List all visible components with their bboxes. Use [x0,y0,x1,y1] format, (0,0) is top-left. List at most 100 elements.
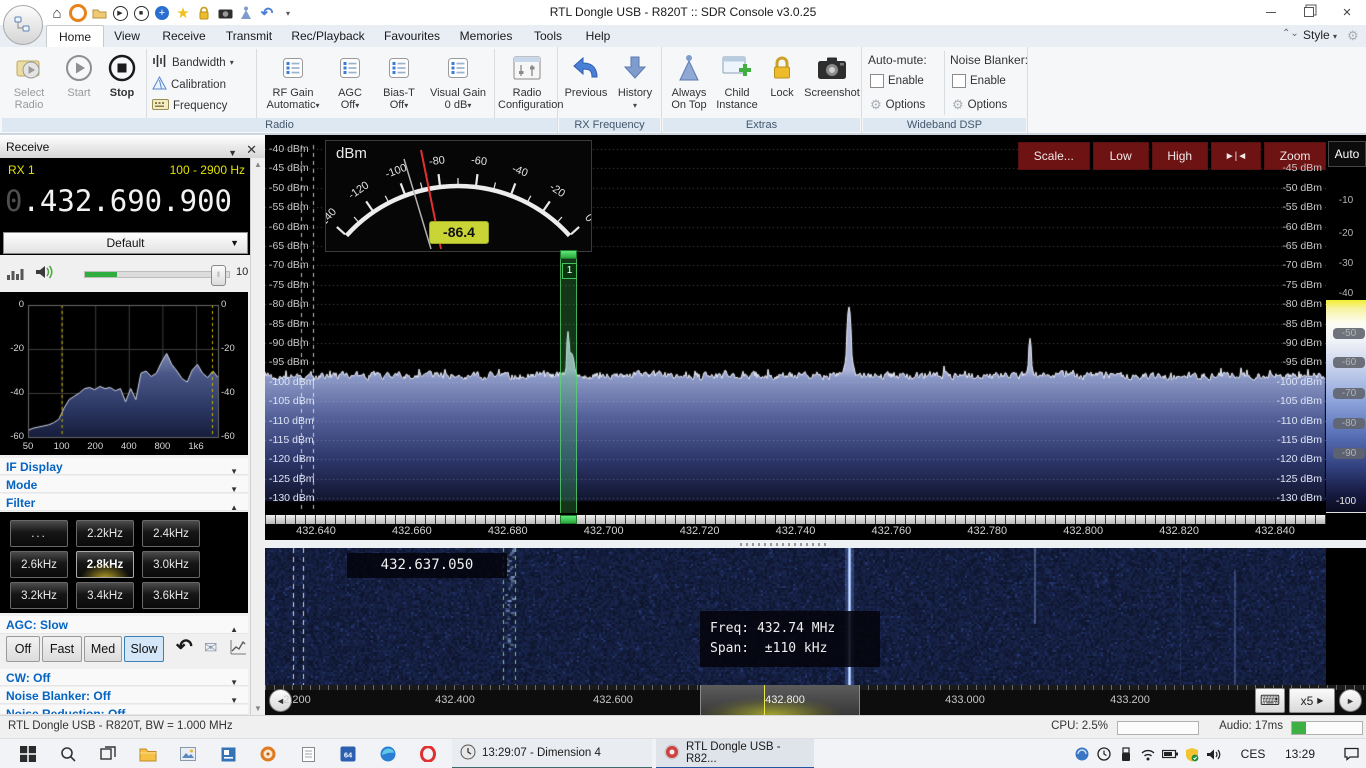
band-nav-right-button[interactable]: ► [1339,689,1362,712]
rx1-band-handle[interactable] [560,250,577,259]
frequency-ruler[interactable] [265,515,1326,524]
favourite-star-icon[interactable]: ★ [174,4,192,22]
agc-med-button[interactable]: Med [84,636,122,662]
tray-security-shield-icon[interactable] [1182,739,1202,768]
photos-app-icon[interactable] [168,739,208,768]
undo-icon[interactable]: ↶ [258,4,276,22]
audio-spectrum-display[interactable]: 00-20-20-40-40-60-60501002004008001k6 [0,292,248,455]
style-menu[interactable]: Style ▾ [1303,28,1337,42]
rf-gain-button[interactable]: RF GainAutomatic▾ [262,51,324,112]
filter-2-4khz-button[interactable]: 2.4kHz [142,520,200,547]
file-explorer-icon[interactable] [128,739,168,768]
panel-scrollbar[interactable]: ▲ ▼ [250,158,266,715]
envelope-icon[interactable]: ✉ [204,638,217,658]
splitter-handle[interactable] [740,543,830,546]
agc-fast-button[interactable]: Fast [42,636,82,662]
volume-slider-track[interactable]: ‖ [84,271,230,278]
screenshot-button[interactable]: Screenshot [804,51,860,99]
opera-browser-icon[interactable] [408,739,448,768]
radio-configuration-button[interactable]: RadioConfiguration [498,51,556,111]
preset-dropdown[interactable]: Default ▼ [3,232,248,254]
tab-memories[interactable]: Memories [450,25,522,47]
quick-access-more-icon[interactable]: ▾ [279,4,297,22]
bandwidth-button[interactable]: Bandwidth▾ [152,54,234,71]
style-gear-icon[interactable]: ⚙ [1347,28,1359,44]
restore-button[interactable] [1300,3,1318,21]
start-button[interactable]: Start [58,51,100,99]
auto-mute-options-button[interactable]: ⚙Options [870,97,925,113]
compass-app-icon[interactable] [248,739,288,768]
tab-view[interactable]: View [102,25,152,47]
select-radio-button[interactable]: SelectRadio [4,51,54,111]
task-view-icon[interactable] [88,739,128,768]
section-noise-reduction[interactable]: Noise Reduction: Off▼ [0,705,248,715]
edge-browser-icon[interactable] [368,739,408,768]
noise-blanker-enable-checkbox[interactable]: Enable [952,74,1006,88]
history-button[interactable]: History▾ [612,51,658,112]
section-cw[interactable]: CW: Off▼ [0,669,248,686]
tab-tools[interactable]: Tools [522,25,574,47]
filter-3-6khz-button[interactable]: 3.6kHz [142,582,200,609]
filter-3-4khz-button[interactable]: 3.4kHz [76,582,134,609]
ribbon-collapse-icon[interactable]: ⌃⌄ [1282,28,1299,39]
tray-speaker-icon[interactable] [1204,739,1224,768]
tray-clock-icon[interactable] [1094,739,1114,768]
auto-mute-enable-checkbox[interactable]: Enable [870,74,924,88]
tab-home[interactable]: Home [46,25,104,48]
filter-2-8khz-button-active[interactable]: 2.8kHz [76,551,134,578]
screenshot-camera-icon[interactable] [216,4,234,22]
checkbox-icon[interactable] [952,74,966,88]
section-mode[interactable]: Mode▼ [0,476,248,493]
spectrum-display[interactable]: -140-120-100-80-60-40-200 dBm -86.4 Scal… [265,135,1326,540]
always-on-top-icon[interactable] [237,4,255,22]
filter-3-2khz-button[interactable]: 3.2kHz [10,582,68,609]
add-icon[interactable]: + [153,4,171,22]
notification-center-icon[interactable] [1340,739,1362,768]
scroll-down-icon[interactable]: ▼ [254,704,262,713]
section-if-display[interactable]: IF Display▼ [0,458,248,475]
tab-favourites[interactable]: Favourites [374,25,450,47]
agc-off-button[interactable]: Off [6,636,40,662]
bias-t-button[interactable]: Bias-TOff▾ [376,51,422,112]
fit-width-button[interactable]: ►|◄ [1211,142,1261,170]
document-app-icon[interactable] [208,739,248,768]
tab-transmit[interactable]: Transmit [216,25,282,47]
high-button[interactable]: High [1152,142,1208,170]
stop-button[interactable]: Stop [102,51,142,99]
minimize-button[interactable] [1262,3,1280,21]
previous-frequency-button[interactable]: Previous [562,51,610,99]
volume-slider-thumb[interactable]: ‖ [211,265,226,286]
visual-gain-button[interactable]: Visual Gain0 dB▾ [426,51,490,112]
lock-button[interactable]: Lock [762,51,802,99]
keyboard-entry-button[interactable]: ⌨ [1255,688,1285,713]
lock-icon[interactable] [195,4,213,22]
filter-2-2khz-button[interactable]: 2.2kHz [76,520,134,547]
always-on-top-button[interactable]: AlwaysOn Top [666,51,712,111]
tray-language[interactable]: CES [1236,739,1270,768]
section-noise-blanker[interactable]: Noise Blanker: Off▼ [0,687,248,704]
search-icon[interactable] [48,739,88,768]
speaker-icon[interactable] [34,263,56,286]
rx1-filter-band[interactable]: 1 [560,250,577,513]
rx1-band-ruler-handle[interactable] [560,515,577,524]
nav-zoom-button[interactable]: x5▶ [1289,688,1335,713]
tray-app-icon[interactable] [1072,739,1092,768]
undo-arrow-icon[interactable]: ↶ [176,634,193,659]
help-lifering-icon[interactable] [69,4,87,22]
tuned-frequency[interactable]: 0.432.690.900 [5,184,232,218]
auto-scale-button[interactable]: Auto [1328,141,1366,167]
task-dimension4[interactable]: 13:29:07 - Dimension 4 [452,739,652,768]
waterfall-display[interactable]: 432.637.050 Freq: 432.74 MHz Span: ±110 … [265,548,1326,685]
scroll-up-icon[interactable]: ▲ [254,160,262,169]
stop-icon[interactable]: ■ [132,4,150,22]
open-folder-icon[interactable] [90,4,108,22]
notepad-icon[interactable] [288,739,328,768]
agc-slow-button-active[interactable]: Slow [124,636,164,662]
application-menu-button[interactable] [3,5,43,45]
start-button[interactable] [8,739,48,768]
scale-button[interactable]: Scale... [1018,142,1090,170]
tab-receive[interactable]: Receive [152,25,216,47]
titlebar[interactable]: ⌂ ▶ ■ + ★ ↶ ▾ RTL Dongle USB - R820T :: … [0,0,1366,25]
section-filter[interactable]: Filter▲ [0,494,248,511]
frequency-button[interactable]: Frequency [152,98,227,113]
